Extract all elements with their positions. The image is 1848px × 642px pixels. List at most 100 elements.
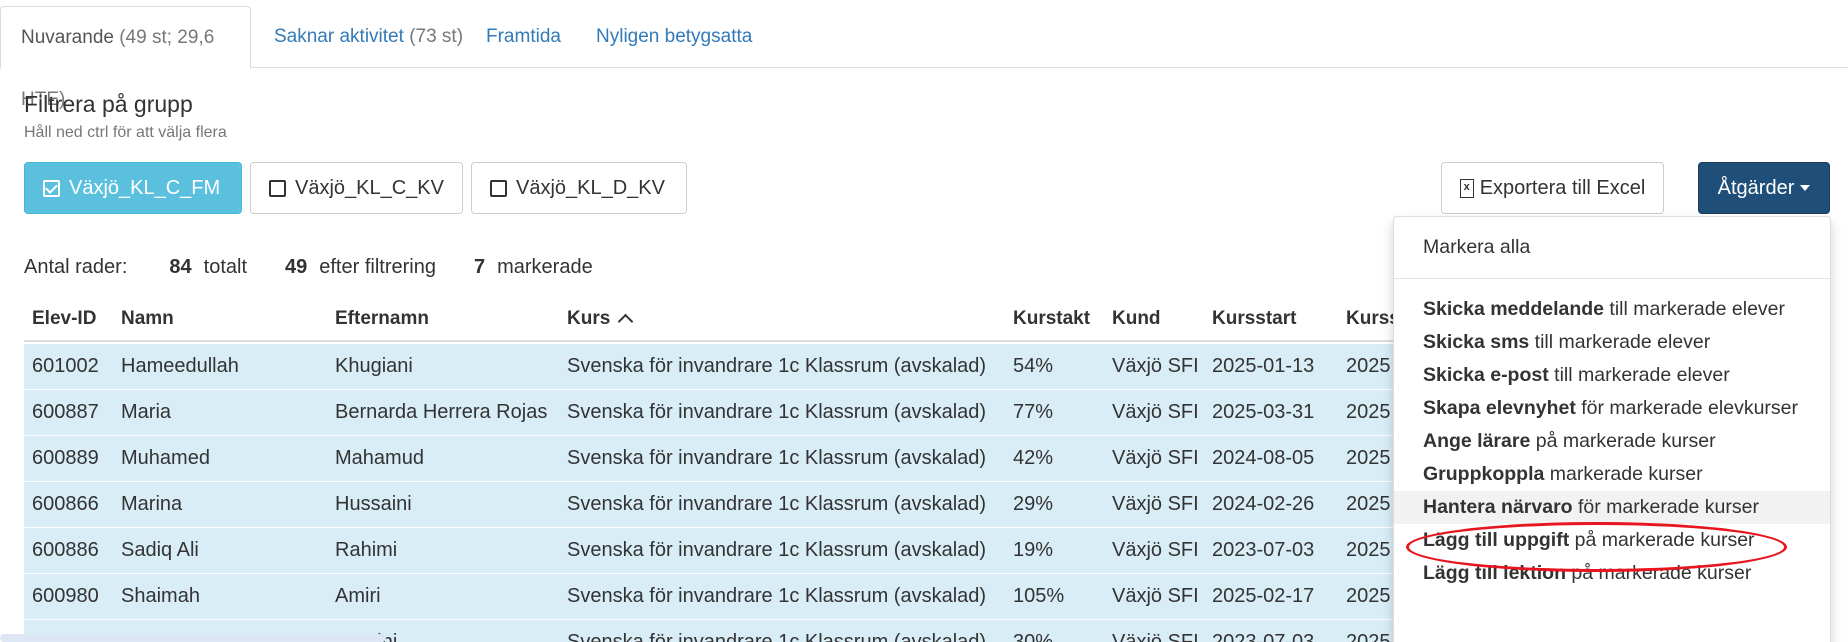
table-row[interactable]: 600887 Maria Bernarda Herrera Rojas Svenska… (24, 390, 1404, 436)
table-header: Elev-ID Namn Efternamn Kurs Kurstakt Kun… (24, 300, 1404, 342)
menu-item-target: på markerade kurser (1569, 529, 1755, 551)
menu-item-target: för markerade kurser (1572, 496, 1759, 518)
table-cell: Växjö SFI (1112, 355, 1199, 377)
menu-item-action: Ange lärare (1423, 430, 1531, 452)
table-cell: 600980 (32, 585, 99, 607)
table-cell: Amiri (335, 585, 381, 607)
table-cell: 105% (1013, 585, 1065, 607)
menu-item-target: för markerade elevkurser (1575, 397, 1799, 419)
tab-label: Nuvarande (21, 27, 114, 48)
menu-item-action: Lägg till lektion (1423, 562, 1567, 584)
total-count: 84 (169, 256, 192, 278)
tab-label: Nyligen betygsatta (596, 26, 753, 47)
menu-item-action: Lägg till uppgift (1423, 529, 1570, 551)
menu-item-action: Skapa elevnyhet (1423, 397, 1576, 419)
table-cell: 30% (1013, 631, 1054, 642)
tab-framtida[interactable]: Framtida (486, 6, 561, 68)
menu-item-skicka-e-post[interactable]: Skicka e-post till markerade elever (1394, 359, 1830, 392)
menu-item-gruppkoppla[interactable]: Gruppkoppla markerade kurser (1394, 458, 1830, 491)
table-cell: 600889 (32, 447, 99, 469)
group-button-vaxjo-kl-d-kv[interactable]: Växjö_KL_D_KV (471, 162, 687, 214)
table-cell: Växjö SFI (1112, 493, 1199, 515)
column-header-elev-id[interactable]: Elev-ID (32, 308, 96, 330)
menu-item-target: på markerade kurser (1530, 430, 1716, 452)
group-button-vaxjo-kl-c-kv[interactable]: Växjö_KL_C_KV (250, 162, 463, 214)
actions-dropdown-menu: Markera alla Skicka meddelande till mark… (1393, 216, 1831, 642)
filtered-label: efter filtrering (319, 256, 436, 278)
table-cell: Rahimi (335, 539, 398, 561)
unchecked-checkbox-icon (269, 179, 286, 197)
tab-saknar-aktivitet[interactable]: Saknar aktivitet (73 st) (274, 6, 463, 68)
table-row[interactable]: 600889 Muhamed Mahamud Svenska för invandra… (24, 436, 1404, 482)
table-cell: Sadiq Ali (121, 539, 199, 561)
menu-divider (1394, 278, 1830, 279)
total-label: totalt (203, 256, 247, 278)
table-cell: 600886 (32, 539, 99, 561)
menu-item-ange-lärare[interactable]: Ange lärare på markerade kurser (1394, 425, 1830, 458)
menu-item-lägg-till-uppgift[interactable]: Lägg till uppgift på markerade kurser (1394, 524, 1830, 557)
menu-item-skicka-meddelande[interactable]: Skicka meddelande till markerade elever (1394, 293, 1830, 326)
table-cell: Svenska för invandrare 1c Klassrum (avsk… (567, 401, 987, 423)
table-cell: 600866 (32, 493, 99, 515)
table-cell: Hussaini (335, 493, 412, 515)
group-label: Växjö_KL_C_FM (69, 176, 221, 199)
tab-nyligen-betygsatta[interactable]: Nyligen betygsatta (596, 6, 752, 68)
menu-item-action: Skicka e-post (1423, 364, 1549, 386)
export-excel-button[interactable]: x Exportera till Excel (1441, 162, 1664, 214)
marked-count: 7 (473, 256, 486, 278)
group-label: Växjö_KL_D_KV (516, 176, 665, 199)
table-cell: Svenska för invandrare 1c Klassrum (avsk… (567, 447, 987, 469)
column-header-kurstakt[interactable]: Kurstakt (1013, 308, 1090, 330)
table-cell: Hameedullah (121, 355, 239, 377)
table-row[interactable]: 600886 Sadiq Ali Rahimi Svenska för invandr… (24, 528, 1404, 574)
group-label: Växjö_KL_C_KV (295, 176, 444, 199)
filtered-count: 49 (285, 256, 308, 278)
table-cell: 2025 (1346, 355, 1391, 377)
menu-item-action: Gruppkoppla (1423, 463, 1545, 485)
row-counts: Antal rader: 84 totalt 49 efter filtreri… (24, 256, 593, 279)
filter-title: Filtrera på grupp (24, 91, 193, 117)
table-row[interactable]: 600980 Shaimah Amiri Svenska för invandrare… (24, 574, 1404, 620)
table-cell: Växjö SFI (1112, 539, 1199, 561)
menu-item-skicka-sms[interactable]: Skicka sms till markerade elever (1394, 326, 1830, 359)
column-header-efternamn[interactable]: Efternamn (335, 308, 429, 330)
column-header-kursstart[interactable]: Kursstart (1212, 308, 1296, 330)
table-cell: 29% (1013, 493, 1054, 515)
table-cell: 42% (1013, 447, 1054, 469)
actions-dropdown-button[interactable]: Åtgärder (1698, 162, 1830, 214)
tab-nuvarande[interactable]: Nuvarande (49 st; 29,6 HTE) (0, 6, 251, 110)
table-cell: 2025-01-13 (1212, 355, 1315, 377)
horizontal-scrollbar[interactable] (0, 634, 386, 642)
table-cell: 77% (1013, 401, 1054, 423)
table-cell: Khugiani (335, 355, 413, 377)
column-header-kurs[interactable]: Kurs (567, 308, 634, 330)
table-cell: 2024-02-26 (1212, 493, 1315, 515)
menu-item-target: till markerade elever (1529, 331, 1711, 353)
menu-item-action: Skicka sms (1423, 331, 1530, 353)
menu-item-lägg-till-lektion[interactable]: Lägg till lektion på markerade kurser (1394, 557, 1830, 590)
tab-label: Framtida (486, 26, 561, 47)
table-cell: Shaimah (121, 585, 200, 607)
menu-item-hantera-närvaro[interactable]: Hantera närvaro för markerade kurser (1394, 491, 1830, 524)
menu-item-mark-all[interactable]: Markera alla (1394, 228, 1830, 267)
column-header-namn[interactable]: Namn (121, 308, 174, 330)
table-row[interactable]: 601002 Hameedullah Khugiani Svenska för inv… (24, 344, 1404, 390)
column-header-kursslut[interactable]: Kurss (1346, 308, 1400, 330)
menu-item-target: till markerade elever (1548, 364, 1730, 386)
table-cell: 19% (1013, 539, 1054, 561)
table-cell: Mahamud (335, 447, 424, 469)
table-cell: 2025 (1346, 631, 1391, 642)
table-row[interactable]: 600866 Marina Hussaini Svenska för invandra… (24, 482, 1404, 528)
table-cell: 2025-02-17 (1212, 585, 1315, 607)
table-cell: Växjö SFI (1112, 401, 1199, 423)
table-cell: Svenska för invandrare 1c Klassrum (avsk… (567, 539, 987, 561)
tab-count: (73 st) (409, 26, 464, 47)
checked-checkbox-icon (43, 179, 60, 197)
column-header-kund[interactable]: Kund (1112, 308, 1161, 330)
menu-item-skapa-elevnyhet[interactable]: Skapa elevnyhet för markerade elevkurser (1394, 392, 1830, 425)
group-button-vaxjo-kl-c-fm[interactable]: Växjö_KL_C_FM (24, 162, 242, 214)
marked-label: markerade (497, 256, 593, 278)
column-header-label: Kurs (567, 308, 611, 329)
unchecked-checkbox-icon (490, 179, 507, 197)
table-cell: 2025 (1346, 585, 1391, 607)
